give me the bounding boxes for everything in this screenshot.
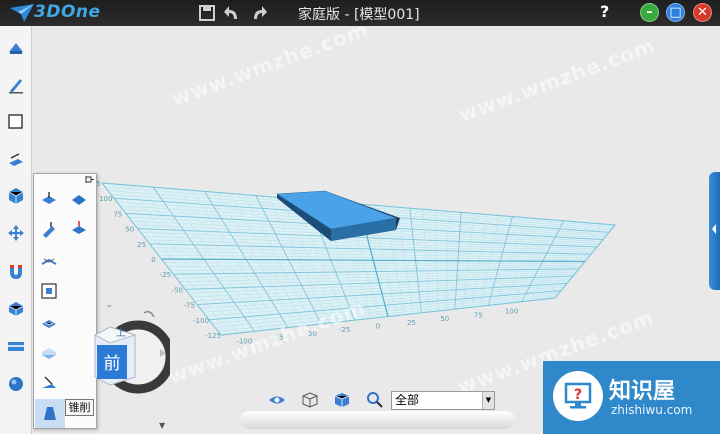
view-cube[interactable]: 前 上 (80, 305, 170, 405)
grid-tick-label: -25 (339, 326, 350, 334)
badge-title: 知识屋 (609, 379, 676, 404)
grid-tick-label: -125 (205, 332, 221, 340)
pin-icon[interactable] (84, 175, 95, 184)
basic-solid-icon[interactable] (6, 38, 26, 58)
question-monitor-icon: ? (564, 382, 592, 409)
expand-down-icon[interactable]: ▼ (159, 421, 165, 430)
bottom-toolbar (240, 411, 515, 429)
badge-subtitle: zhishiwu.com (611, 403, 693, 417)
grid-tick-label: 50 (125, 226, 134, 234)
sketch-edit-icon[interactable] (6, 112, 26, 132)
grid-tick-label: 75 (474, 311, 483, 319)
solid-cube-icon[interactable] (333, 391, 351, 409)
site-badge: ? 知识屋 zhishiwu.com (543, 361, 720, 434)
cone-icon[interactable] (41, 404, 59, 422)
grid-tick-label: 0 (376, 323, 380, 331)
grid-tick-label: -50 (172, 286, 183, 294)
grid-tick-label: -75 (272, 334, 283, 342)
svg-text:?: ? (574, 387, 582, 403)
offset-icon[interactable] (40, 282, 58, 300)
viewcube-front-label: 前 (104, 354, 121, 374)
right-panel-toggle[interactable] (709, 172, 720, 290)
grid-tick-label: 100 (99, 195, 112, 203)
chevron-down-icon: ▼ (482, 392, 494, 409)
grid-tick-label: -75 (183, 302, 194, 310)
surface-icon[interactable] (70, 190, 88, 208)
sweep-icon[interactable] (40, 220, 58, 238)
grid-tick-label: -100 (236, 337, 252, 345)
grid-tick-label: 25 (137, 241, 146, 249)
grid-tick-label: -50 (305, 330, 316, 338)
eye-icon[interactable] (268, 391, 286, 409)
loft-icon[interactable] (40, 344, 58, 362)
grid-tick-label: 100 (505, 308, 518, 316)
bend-icon[interactable] (40, 374, 58, 392)
combine-icon[interactable] (6, 298, 26, 318)
chevron-left-icon (712, 224, 716, 234)
grid-tick-label: -25 (160, 271, 171, 279)
viewcube-top-label: 上 (116, 327, 126, 339)
magnet-icon[interactable] (6, 261, 26, 281)
grid-tick-label: 0 (151, 256, 155, 264)
wire-cube-icon[interactable] (301, 391, 319, 409)
left-toolbar (0, 26, 32, 434)
material-icon[interactable] (6, 374, 26, 394)
grid-tick-label: 50 (440, 315, 449, 323)
grid-tick-label: -100 (193, 317, 209, 325)
push-pull-icon[interactable] (40, 190, 58, 208)
sketch-icon[interactable] (6, 75, 26, 95)
special-function-icon[interactable] (6, 186, 26, 206)
badge-logo: ? (553, 371, 603, 421)
view-icon[interactable] (6, 336, 26, 356)
filter-select[interactable]: 全部 ▼ (391, 391, 495, 410)
filter-select-value: 全部 (395, 393, 420, 407)
zoom-icon[interactable] (366, 391, 384, 409)
shell-icon[interactable] (40, 314, 58, 332)
revolve-icon[interactable] (70, 220, 88, 238)
grid-tick-label: 25 (407, 319, 416, 327)
basic-edit-icon[interactable] (6, 223, 26, 243)
extrude-icon[interactable] (40, 252, 58, 270)
feature-modeling-icon[interactable] (6, 149, 26, 169)
grid-tick-label: 75 (113, 210, 122, 218)
